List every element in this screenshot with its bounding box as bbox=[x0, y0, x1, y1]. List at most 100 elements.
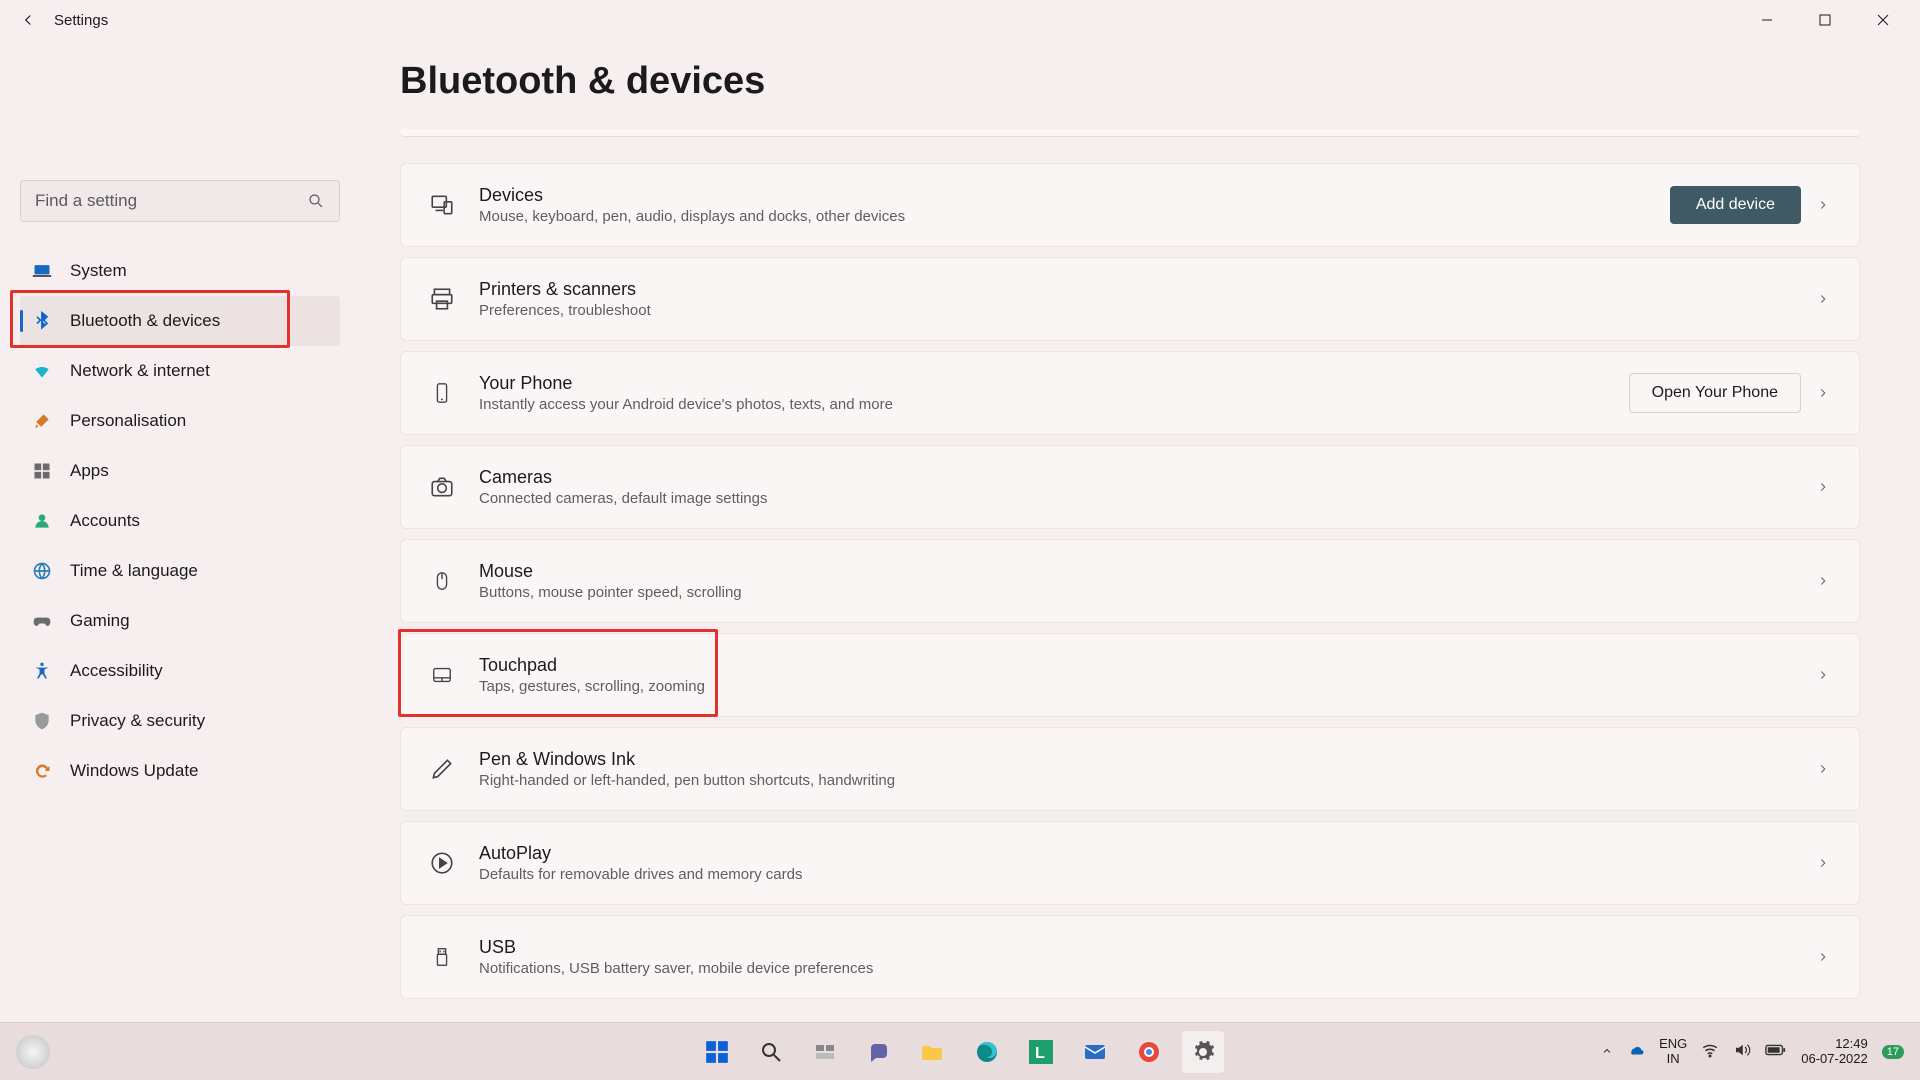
back-button[interactable] bbox=[8, 0, 48, 40]
sidebar-item-update[interactable]: Windows Update bbox=[20, 746, 340, 796]
taskbar-taskview-icon[interactable] bbox=[804, 1031, 846, 1073]
sidebar-item-label: Accessibility bbox=[70, 661, 163, 681]
card-touchpad[interactable]: TouchpadTaps, gestures, scrolling, zoomi… bbox=[400, 633, 1860, 717]
taskbar-system-tray: ENG IN 12:49 06-07-2022 17 bbox=[1601, 1037, 1920, 1066]
sidebar-item-apps[interactable]: Apps bbox=[20, 446, 340, 496]
gamepad-icon bbox=[26, 609, 58, 633]
card-subtitle: Notifications, USB battery saver, mobile… bbox=[479, 960, 1801, 977]
card-action: Open Your Phone bbox=[1629, 373, 1801, 413]
card-mouse[interactable]: MouseButtons, mouse pointer speed, scrol… bbox=[400, 539, 1860, 623]
card-title: Printers & scanners bbox=[479, 279, 1801, 300]
chevron-right-icon bbox=[1809, 198, 1837, 212]
card-title: Pen & Windows Ink bbox=[479, 749, 1801, 770]
card-body: MouseButtons, mouse pointer speed, scrol… bbox=[479, 561, 1801, 601]
taskbar-app-l-icon[interactable]: L bbox=[1020, 1031, 1062, 1073]
chevron-right-icon bbox=[1809, 386, 1837, 400]
close-button[interactable] bbox=[1854, 0, 1912, 40]
titlebar: Settings bbox=[0, 0, 1920, 40]
sidebar-item-system[interactable]: System bbox=[20, 246, 340, 296]
card-phone[interactable]: Your PhoneInstantly access your Android … bbox=[400, 351, 1860, 435]
sidebar-item-label: Network & internet bbox=[70, 361, 210, 381]
card-printers[interactable]: Printers & scanners Preferences, troubles… bbox=[400, 257, 1860, 341]
touchpad-icon bbox=[423, 656, 461, 694]
tray-notification-badge[interactable]: 17 bbox=[1882, 1045, 1904, 1059]
card-title: USB bbox=[479, 937, 1801, 958]
card-cameras[interactable]: CamerasConnected cameras, default image … bbox=[400, 445, 1860, 529]
sidebar-item-label: Personalisation bbox=[70, 411, 186, 431]
card-body: Your PhoneInstantly access your Android … bbox=[479, 373, 1615, 413]
card-action: Add device bbox=[1670, 186, 1801, 224]
start-button[interactable] bbox=[696, 1031, 738, 1073]
sidebar-item-accounts[interactable]: Accounts bbox=[20, 496, 340, 546]
sidebar-item-label: Bluetooth & devices bbox=[70, 311, 220, 331]
card-title: Devices bbox=[479, 185, 1656, 206]
card-body: Printers & scanners Preferences, troubles… bbox=[479, 279, 1801, 319]
sidebar-item-label: Windows Update bbox=[70, 761, 199, 781]
tray-lang-primary: ENG bbox=[1659, 1037, 1687, 1051]
taskbar-chrome-icon[interactable] bbox=[1128, 1031, 1170, 1073]
tray-onedrive-icon[interactable] bbox=[1627, 1041, 1645, 1062]
tray-language[interactable]: ENG IN bbox=[1659, 1037, 1687, 1066]
tray-battery-icon[interactable] bbox=[1765, 1043, 1787, 1060]
sidebar-item-personalisation[interactable]: Personalisation bbox=[20, 396, 340, 446]
tray-chevron-icon[interactable] bbox=[1601, 1044, 1613, 1060]
chevron-right-icon bbox=[1809, 762, 1837, 776]
tray-volume-icon[interactable] bbox=[1733, 1041, 1751, 1062]
autoplay-icon bbox=[423, 844, 461, 882]
search-icon bbox=[307, 192, 325, 210]
card-body: AutoPlayDefaults for removable drives an… bbox=[479, 843, 1801, 883]
card-subtitle: Right-handed or left-handed, pen button … bbox=[479, 772, 1801, 789]
card-devices[interactable]: DevicesMouse, keyboard, pen, audio, disp… bbox=[400, 163, 1860, 247]
card-subtitle: Connected cameras, default image setting… bbox=[479, 490, 1801, 507]
tray-time: 12:49 bbox=[1801, 1037, 1868, 1051]
sidebar-item-label: Gaming bbox=[70, 611, 130, 631]
cards-container: DevicesMouse, keyboard, pen, audio, disp… bbox=[400, 163, 1860, 999]
sidebar-item-label: Apps bbox=[70, 461, 109, 481]
card-pen[interactable]: Pen & Windows Ink Right-handed or left-ha… bbox=[400, 727, 1860, 811]
person-icon bbox=[26, 509, 58, 533]
phone-button[interactable]: Open Your Phone bbox=[1629, 373, 1801, 413]
card-subtitle: Taps, gestures, scrolling, zooming bbox=[479, 678, 1801, 695]
sidebar-item-label: Accounts bbox=[70, 511, 140, 531]
devices-button[interactable]: Add device bbox=[1670, 186, 1801, 224]
taskbar-center: L bbox=[696, 1031, 1224, 1073]
sidebar-item-accessibility[interactable]: Accessibility bbox=[20, 646, 340, 696]
pen-icon bbox=[423, 750, 461, 788]
taskbar-chat-icon[interactable] bbox=[858, 1031, 900, 1073]
chevron-right-icon bbox=[1809, 950, 1837, 964]
svg-text:L: L bbox=[1035, 1045, 1045, 1062]
window-controls bbox=[1738, 0, 1912, 40]
nav-list: System Bluetooth & devices Network & inter… bbox=[20, 246, 340, 796]
sidebar-item-network[interactable]: Network & internet bbox=[20, 346, 340, 396]
card-title: Mouse bbox=[479, 561, 1801, 582]
tray-clock[interactable]: 12:49 06-07-2022 bbox=[1801, 1037, 1868, 1066]
search-input[interactable] bbox=[35, 191, 307, 211]
chevron-right-icon bbox=[1809, 480, 1837, 494]
accessibility-icon bbox=[26, 659, 58, 683]
card-body: Pen & Windows Ink Right-handed or left-ha… bbox=[479, 749, 1801, 789]
card-usb[interactable]: USB Notifications, USB battery saver, mob… bbox=[400, 915, 1860, 999]
sidebar-item-privacy[interactable]: Privacy & security bbox=[20, 696, 340, 746]
taskbar-settings-icon[interactable] bbox=[1182, 1031, 1224, 1073]
chevron-right-icon bbox=[1809, 856, 1837, 870]
taskbar-explorer-icon[interactable] bbox=[912, 1031, 954, 1073]
shield-icon bbox=[26, 709, 58, 733]
taskbar-mail-icon[interactable] bbox=[1074, 1031, 1116, 1073]
taskbar-edge-icon[interactable] bbox=[966, 1031, 1008, 1073]
sidebar-item-gaming[interactable]: Gaming bbox=[20, 596, 340, 646]
tray-wifi-icon[interactable] bbox=[1701, 1041, 1719, 1062]
card-autoplay[interactable]: AutoPlayDefaults for removable drives an… bbox=[400, 821, 1860, 905]
maximize-button[interactable] bbox=[1796, 0, 1854, 40]
card-subtitle: Preferences, troubleshoot bbox=[479, 302, 1801, 319]
taskbar-weather-icon[interactable] bbox=[16, 1035, 50, 1069]
taskbar: L ENG IN 12:49 06-07-2022 17 bbox=[0, 1022, 1920, 1080]
printers-icon bbox=[423, 280, 461, 318]
sidebar-item-time[interactable]: Time & language bbox=[20, 546, 340, 596]
search-box[interactable] bbox=[20, 180, 340, 222]
card-body: DevicesMouse, keyboard, pen, audio, disp… bbox=[479, 185, 1656, 225]
minimize-button[interactable] bbox=[1738, 0, 1796, 40]
sidebar: System Bluetooth & devices Network & inter… bbox=[0, 40, 360, 1080]
taskbar-search-icon[interactable] bbox=[750, 1031, 792, 1073]
scroll-shadow bbox=[400, 129, 1860, 137]
sidebar-item-bluetooth[interactable]: Bluetooth & devices bbox=[20, 296, 340, 346]
